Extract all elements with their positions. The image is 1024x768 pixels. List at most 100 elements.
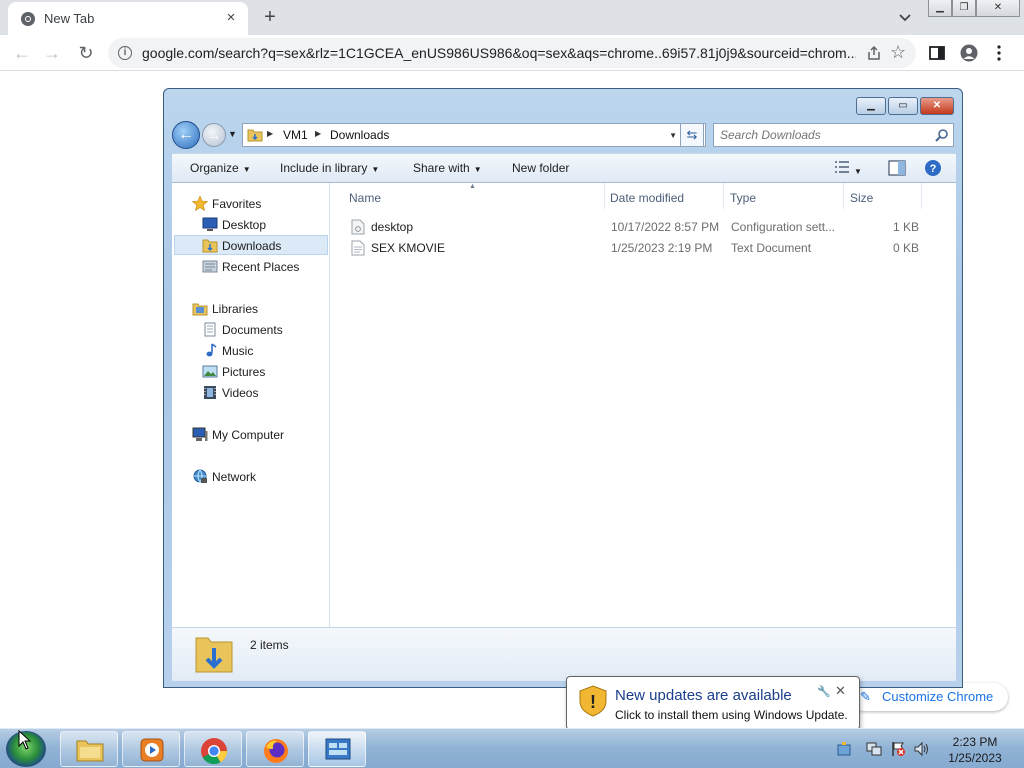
- recent-places-icon: [202, 260, 218, 273]
- explorer-close-button[interactable]: ✕: [920, 97, 954, 115]
- action-center-flag-icon[interactable]: [890, 741, 906, 757]
- recent-pages-dropdown-icon[interactable]: ▼: [228, 129, 237, 139]
- nav-label-libraries: Libraries: [212, 302, 259, 316]
- explorer-minimize-button[interactable]: ▁: [856, 97, 886, 115]
- help-icon[interactable]: ?: [924, 159, 942, 177]
- caret-down-icon: ▼: [371, 165, 380, 174]
- chrome-icon: [201, 738, 228, 765]
- new-folder-button[interactable]: New folder: [512, 161, 569, 175]
- network-tray-icon[interactable]: [866, 741, 882, 757]
- explorer-content: Favorites Desktop Downloads Recent Place…: [172, 183, 956, 627]
- share-with-button[interactable]: Share with ▼: [413, 161, 482, 175]
- explorer-search-box[interactable]: [713, 123, 954, 147]
- breadcrumb-vm1[interactable]: VM1: [283, 128, 308, 142]
- notification-close-icon[interactable]: ✕: [835, 683, 846, 699]
- forward-arrow-icon[interactable]: →: [42, 43, 62, 63]
- desktop-icon: [202, 217, 218, 231]
- file-size: 0 KB: [893, 241, 920, 255]
- explorer-address-bar[interactable]: ▶ VM1 ▶ Downloads ▼: [242, 123, 706, 147]
- explorer-window: ▁ ▭ ✕ ← → ▼ ▶ VM1 ▶ Downloads ▼ ⇆ Organi…: [163, 88, 963, 688]
- warning-shield-icon: !: [579, 685, 607, 717]
- view-list-icon: [835, 161, 849, 173]
- file-row[interactable]: desktop 10/17/2022 8:57 PM Configuration…: [331, 217, 956, 237]
- tab-search-chevron-icon[interactable]: [896, 8, 914, 26]
- back-arrow-icon[interactable]: ←: [12, 43, 32, 63]
- nav-label-music: Music: [222, 344, 254, 358]
- include-in-library-button[interactable]: Include in library ▼: [280, 161, 379, 175]
- organize-button[interactable]: Organize ▼: [190, 161, 251, 175]
- breadcrumb-separator-icon: ▶: [315, 129, 322, 138]
- new-tab-button[interactable]: +: [258, 6, 282, 30]
- url-text[interactable]: google.com/search?q=sex&rlz=1C1GCEA_enUS…: [142, 45, 856, 61]
- file-name: desktop: [371, 220, 414, 234]
- tab-title: New Tab: [44, 11, 95, 26]
- update-notification[interactable]: ! New updates are available Click to ins…: [566, 676, 860, 741]
- site-info-icon[interactable]: i: [118, 46, 132, 60]
- file-type: Text Document: [731, 241, 812, 255]
- taskbar: 2:23 PM 1/25/2023: [0, 728, 1024, 768]
- taskbar-explorer-button[interactable]: [60, 731, 118, 767]
- search-input[interactable]: [718, 126, 923, 144]
- refresh-icon[interactable]: ⇆: [680, 123, 704, 147]
- side-panel-icon[interactable]: [928, 44, 946, 62]
- chrome-icon: [21, 12, 35, 26]
- mouse-cursor-icon: [18, 730, 32, 750]
- browser-tab-strip: New Tab × + ▁ ❐ ✕: [0, 0, 1024, 35]
- caret-down-icon: ▼: [854, 167, 862, 176]
- bookmark-star-icon[interactable]: ☆: [890, 42, 906, 63]
- column-header-size[interactable]: Size: [844, 183, 922, 209]
- address-dropdown-icon[interactable]: ▼: [669, 131, 677, 140]
- navigation-pane: Favorites Desktop Downloads Recent Place…: [172, 183, 330, 627]
- wrench-options-icon[interactable]: 🔧: [817, 685, 831, 698]
- customize-chrome-label: Customize Chrome: [882, 689, 994, 704]
- file-row[interactable]: SEX KMOVIE 1/25/2023 2:19 PM Text Docume…: [331, 238, 956, 258]
- pictures-icon: [202, 365, 218, 378]
- profile-avatar-icon[interactable]: [960, 44, 978, 62]
- windows-update-tray-icon[interactable]: [836, 741, 852, 757]
- column-header-date[interactable]: Date modified: [604, 183, 724, 209]
- breadcrumb-downloads[interactable]: Downloads: [330, 128, 389, 142]
- downloads-folder-large-icon: [195, 637, 233, 673]
- new-folder-label: New folder: [512, 161, 570, 175]
- item-count: 2 items: [250, 638, 289, 652]
- sort-caret-icon: ▲: [469, 183, 476, 190]
- text-document-icon: [351, 240, 365, 256]
- taskbar-clock[interactable]: 2:23 PM 1/25/2023: [938, 734, 1012, 766]
- share-label: Share with: [413, 161, 470, 175]
- reload-icon[interactable]: ↻: [76, 43, 96, 63]
- taskbar-chrome-button[interactable]: [184, 731, 242, 767]
- nav-label-pictures: Pictures: [222, 365, 266, 379]
- taskbar-control-panel-button[interactable]: [308, 731, 366, 767]
- organize-label: Organize: [190, 161, 239, 175]
- firefox-icon: [264, 739, 288, 763]
- folder-icon: [76, 740, 104, 762]
- nav-label-videos: Videos: [222, 386, 259, 400]
- restore-button[interactable]: ❐: [952, 0, 976, 17]
- explorer-back-button[interactable]: ←: [172, 121, 200, 149]
- menu-kebab-icon[interactable]: [994, 44, 1004, 62]
- close-window-button[interactable]: ✕: [976, 0, 1020, 17]
- clock-time: 2:23 PM: [952, 735, 998, 749]
- taskbar-media-player-button[interactable]: [122, 731, 180, 767]
- volume-speaker-icon[interactable]: [914, 741, 930, 757]
- file-date: 10/17/2022 8:57 PM: [611, 220, 720, 234]
- share-icon[interactable]: [866, 45, 882, 61]
- address-bar[interactable]: i google.com/search?q=sex&rlz=1C1GCEA_en…: [108, 38, 916, 68]
- explorer-forward-button[interactable]: →: [202, 123, 226, 147]
- browser-toolbar: ← → ↻ i google.com/search?q=sex&rlz=1C1G…: [0, 35, 1024, 71]
- folder-icon: [247, 129, 263, 142]
- change-view-button[interactable]: ▼: [834, 160, 862, 177]
- svg-text:!: !: [590, 692, 596, 712]
- browser-tab[interactable]: New Tab ×: [8, 2, 248, 35]
- file-date: 1/25/2023 2:19 PM: [611, 241, 713, 255]
- tab-close-icon[interactable]: ×: [222, 9, 240, 27]
- minimize-button[interactable]: ▁: [928, 0, 952, 17]
- column-header-type[interactable]: Type: [724, 183, 844, 209]
- nav-label-favorites: Favorites: [212, 197, 262, 211]
- taskbar-firefox-button[interactable]: [246, 731, 304, 767]
- preview-pane-icon[interactable]: [888, 160, 906, 176]
- caret-down-icon: ▼: [473, 165, 482, 174]
- notification-message: Click to install them using Windows Upda…: [615, 708, 848, 722]
- explorer-maximize-button[interactable]: ▭: [888, 97, 918, 115]
- file-type: Configuration sett...: [731, 220, 836, 234]
